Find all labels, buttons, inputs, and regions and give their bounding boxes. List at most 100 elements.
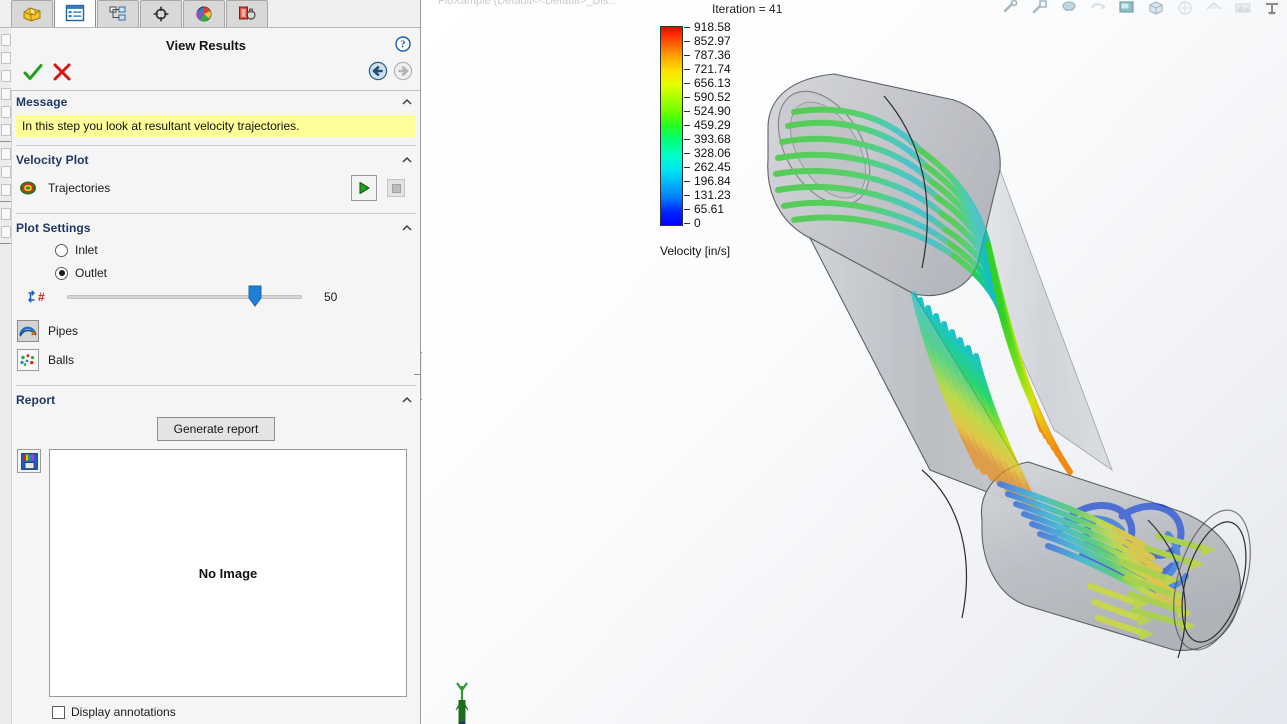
chevron-up-icon[interactable]	[401, 394, 413, 406]
section-header-velocity-plot[interactable]: Velocity Plot	[11, 149, 420, 171]
trajectories-label: Trajectories	[48, 181, 111, 195]
svg-text:#: #	[38, 290, 45, 304]
doc-chip[interactable]	[1, 88, 11, 100]
strip-divider	[0, 141, 11, 142]
svg-text:?: ?	[401, 40, 406, 51]
divider	[16, 385, 416, 386]
feature-manager-tab[interactable]	[11, 0, 53, 27]
appearance-icon	[239, 6, 256, 20]
legend-tick-value: 787.36	[694, 48, 731, 62]
section-title: Message	[16, 95, 68, 109]
trajectory-count-slider-row: # 50	[11, 282, 420, 312]
legend-tick-value: 393.68	[694, 132, 731, 146]
cancel-button[interactable]	[51, 61, 73, 83]
solidworks-flow-simulation-window: View Results ? Message In this step you …	[0, 0, 1287, 724]
doc-chip[interactable]	[1, 70, 11, 82]
section-header-plot-settings[interactable]: Plot Settings	[11, 217, 420, 239]
balls-icon[interactable]	[17, 349, 39, 371]
check-icon	[23, 64, 43, 80]
color-bar	[660, 26, 683, 226]
radio-label-inlet: Inlet	[75, 243, 98, 257]
crosshair-icon	[153, 6, 169, 22]
legend-tick-value: 918.58	[694, 20, 731, 34]
dimxpert-manager-tab[interactable]	[140, 0, 182, 27]
configuration-icon	[109, 6, 126, 21]
report-image-row: No Image	[11, 441, 420, 697]
page-title: View Results	[166, 38, 246, 53]
no-image-label: No Image	[198, 565, 258, 581]
legend-tick-value: 131.23	[694, 188, 731, 202]
trajectories-icon	[17, 177, 39, 199]
legend-tick-value: 656.13	[694, 76, 731, 90]
x-icon	[53, 63, 71, 81]
doc-chip[interactable]	[1, 184, 11, 196]
legend-tick-value: 0	[694, 216, 701, 230]
legend-unit-label: Velocity [in/s]	[660, 244, 731, 258]
arrow-left-circle-icon	[368, 61, 388, 81]
graphics-viewport[interactable]: FloXample (Default<<Default>_Dis... Iter…	[422, 0, 1287, 724]
pipes-row[interactable]: Pipes	[11, 312, 420, 346]
splitter-tick	[414, 374, 421, 375]
chevron-up-icon[interactable]	[401, 222, 413, 234]
balls-label: Balls	[48, 353, 75, 367]
part-icon	[23, 7, 41, 22]
doc-chip[interactable]	[1, 52, 11, 64]
doc-chip[interactable]	[1, 124, 11, 136]
display-annotations-checkbox[interactable]	[52, 705, 65, 719]
report-image-preview: No Image	[49, 449, 407, 697]
property-manager-panel: View Results ? Message In this step you …	[0, 0, 421, 724]
number-of-trajectories-icon: #	[27, 288, 49, 306]
next-step-button[interactable]	[393, 61, 413, 81]
section-title: Velocity Plot	[16, 153, 89, 167]
radio-button[interactable]	[55, 243, 68, 257]
message-text: In this step you look at resultant veloc…	[16, 115, 416, 137]
pipes-icon[interactable]	[17, 320, 39, 342]
property-manager-body: Message In this step you look at resulta…	[11, 90, 420, 724]
stop-icon	[391, 183, 401, 193]
chevron-up-icon[interactable]	[401, 154, 413, 166]
play-animation-button[interactable]	[351, 175, 377, 201]
ok-button[interactable]	[22, 61, 44, 83]
legend-tick-value: 196.84	[694, 174, 731, 188]
doc-chip[interactable]	[1, 148, 11, 160]
doc-chip[interactable]	[1, 166, 11, 178]
doc-chip[interactable]	[1, 208, 11, 220]
display-manager-tab[interactable]	[183, 0, 225, 27]
legend-tick-value: 65.61	[694, 202, 725, 216]
doc-chip[interactable]	[1, 226, 11, 238]
flow-trajectory-model[interactable]	[422, 0, 1287, 724]
display-annotations-label: Display annotations	[71, 705, 176, 719]
save-image-button[interactable]	[17, 449, 41, 473]
section-title: Plot Settings	[16, 221, 91, 235]
divider	[16, 145, 416, 146]
previous-step-button[interactable]	[368, 61, 388, 81]
stop-animation-button[interactable]	[387, 179, 405, 197]
legend-tick-value: 524.90	[694, 104, 731, 118]
trajectory-count-slider[interactable]	[67, 285, 302, 307]
property-list-icon	[65, 4, 85, 22]
section-header-report[interactable]: Report	[11, 389, 420, 411]
manager-tab-bar	[0, 0, 420, 28]
chevron-up-icon[interactable]	[401, 96, 413, 108]
radio-outlet[interactable]: Outlet	[11, 259, 420, 282]
radio-button[interactable]	[55, 266, 68, 280]
display-annotations-row[interactable]: Display annotations	[11, 697, 420, 719]
configuration-manager-tab[interactable]	[97, 0, 139, 27]
origin-triad-icon	[455, 682, 469, 724]
legend-tick-value: 721.74	[694, 62, 731, 76]
doc-chip[interactable]	[1, 106, 11, 118]
slider-thumb[interactable]	[248, 285, 262, 307]
radio-label-outlet: Outlet	[75, 266, 108, 280]
slider-value: 50	[324, 290, 338, 304]
balls-row[interactable]: Balls	[11, 346, 420, 375]
appearance-manager-tab[interactable]	[226, 0, 268, 27]
generate-report-button[interactable]: Generate report	[156, 417, 276, 441]
doc-chip[interactable]	[1, 34, 11, 46]
play-icon	[359, 181, 370, 195]
property-manager-tab[interactable]	[54, 0, 96, 27]
section-header-message[interactable]: Message	[11, 91, 420, 113]
question-circle-icon[interactable]: ?	[395, 36, 411, 52]
trajectories-row[interactable]: Trajectories	[11, 171, 420, 205]
arrow-right-circle-icon	[393, 61, 413, 81]
radio-inlet[interactable]: Inlet	[11, 239, 420, 259]
